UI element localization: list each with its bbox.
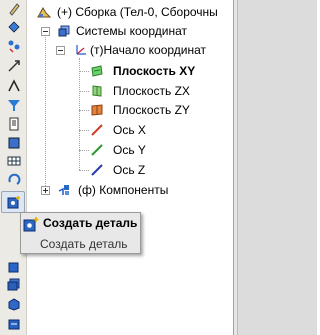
collapse-toggle[interactable] [56, 46, 65, 55]
layers-icon[interactable] [7, 277, 21, 291]
assembly-icon [37, 5, 51, 19]
plane-zx-icon [90, 84, 104, 98]
insert-component-icon[interactable] [7, 317, 21, 331]
plane-zy-label: Плоскость ZY [113, 103, 190, 117]
left-toolbar [0, 0, 27, 335]
plane-xy-label: Плоскость XY [113, 64, 196, 78]
tree-item-plane-xy[interactable]: Плоскость XY [27, 62, 233, 80]
components-icon [57, 183, 71, 197]
tree-root-label: (+) Сборка (Тел-0, Сборочны [57, 5, 218, 19]
sketch-pen-icon[interactable] [7, 2, 21, 16]
plane-zy-icon [90, 103, 104, 117]
axis-y-icon [90, 143, 104, 157]
origin-label: (т)Начало координат [90, 43, 207, 57]
point-array-icon[interactable] [7, 39, 21, 53]
coordinate-systems-label: Системы координат [76, 24, 187, 38]
tree-item-axis-x[interactable]: Ось X [27, 121, 233, 139]
axis-x-label: Ось X [113, 123, 146, 137]
model-viewport[interactable] [238, 0, 317, 335]
tree-root-assembly[interactable]: (+) Сборка (Тел-0, Сборочны [27, 3, 233, 21]
assembly-icon[interactable] [7, 297, 21, 311]
tree-item-plane-zy[interactable]: Плоскость ZY [27, 101, 233, 119]
point-icon[interactable] [7, 20, 21, 34]
table-icon[interactable] [7, 154, 21, 168]
create-part-icon [7, 195, 21, 209]
tooltip-title: Создать деталь [43, 216, 138, 230]
filter-icon[interactable] [7, 98, 21, 112]
axis-y-label: Ось Y [113, 143, 146, 157]
sheet-icon[interactable] [7, 136, 21, 150]
part-icon[interactable] [7, 259, 21, 273]
tree-item-components[interactable]: (ф) Компоненты [27, 181, 233, 199]
axis-z-label: Ось Z [113, 163, 146, 177]
tooltip-description: Создать деталь [40, 237, 128, 251]
tooltip: Создать деталь Создать деталь [20, 212, 141, 254]
tree-item-plane-zx[interactable]: Плоскость ZX [27, 82, 233, 100]
plane-xy-icon [90, 64, 104, 78]
tree-item-axis-z[interactable]: Ось Z [27, 161, 233, 179]
tree-item-coordinate-systems[interactable]: Системы координат [27, 22, 233, 40]
plane-zx-label: Плоскость ZX [113, 84, 190, 98]
axis-x-icon [90, 123, 104, 137]
snap-icon[interactable] [7, 59, 21, 73]
tree-item-axis-y[interactable]: Ось Y [27, 141, 233, 159]
angle-icon[interactable] [7, 79, 21, 93]
model-tree: (+) Сборка (Тел-0, Сборочны Системы коор… [27, 0, 233, 335]
origin-axes-icon [74, 43, 88, 57]
document-icon[interactable] [7, 117, 21, 131]
collapse-toggle[interactable] [41, 27, 50, 36]
create-part-icon [23, 216, 39, 232]
tree-item-origin[interactable]: (т)Начало координат [27, 41, 233, 59]
rotate-icon[interactable] [7, 172, 21, 186]
expand-toggle[interactable] [41, 186, 50, 195]
axis-z-icon [90, 163, 104, 177]
components-label: (ф) Компоненты [78, 183, 169, 197]
coordinate-systems-icon [57, 24, 71, 38]
